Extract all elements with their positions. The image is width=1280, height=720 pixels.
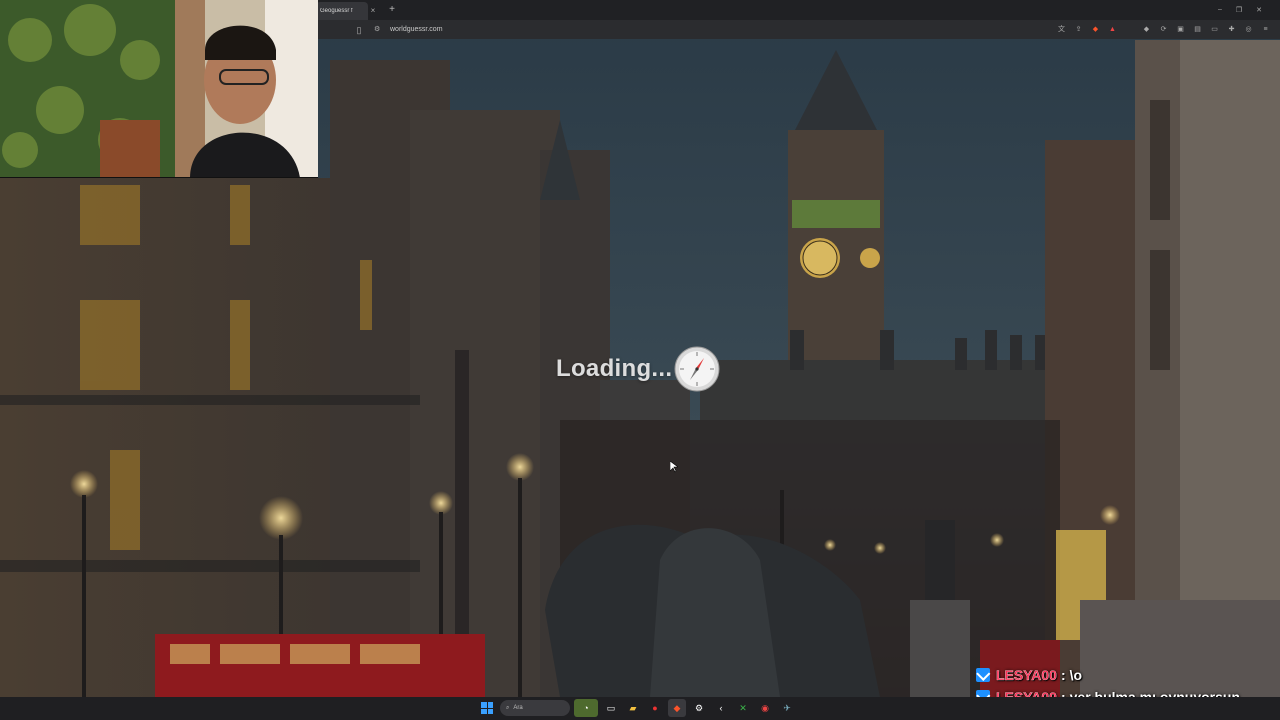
steam-icon[interactable]: ✈	[778, 699, 796, 717]
taskbar-icons: ⌕ Ara ◔ ▭ ▰ ● ◆ ⚙ ‹ ✕ ◉ ✈	[478, 699, 796, 717]
menu-icon[interactable]: ≡	[1261, 25, 1270, 34]
search-placeholder: Ara	[513, 705, 523, 711]
webcam-overlay	[0, 0, 318, 178]
site-info-icon[interactable]: ⚙	[374, 25, 384, 35]
chrome-icon[interactable]: ◉	[756, 699, 774, 717]
widgets-icon[interactable]: ◔	[574, 699, 598, 717]
maximize-button[interactable]: ❐	[1236, 6, 1242, 14]
extension-icon[interactable]: ◆	[1142, 25, 1151, 34]
taskbar-search[interactable]: ⌕ Ara	[500, 700, 570, 716]
brave-rewards-icon[interactable]: ▲	[1108, 25, 1117, 34]
loading-indicator: Loading...	[556, 346, 720, 392]
windows-taskbar: ⌕ Ara ◔ ▭ ▰ ● ◆ ⚙ ‹ ✕ ◉ ✈	[0, 697, 1280, 720]
chat-username: LESYA00	[996, 667, 1057, 683]
search-icon: ⌕	[506, 704, 510, 711]
file-explorer-icon[interactable]: ▰	[624, 699, 642, 717]
browser-tab[interactable]: Geoguessr f ×	[316, 2, 375, 20]
close-window-button[interactable]: ✕	[1256, 6, 1262, 14]
address-bar-actions: 文 ⇪ ◆ ▲ ◆ ⟳ ▣ ▤ ▭ ✚ ◎ ≡	[1057, 25, 1280, 34]
chat-text: \o	[1069, 667, 1083, 683]
sync-icon[interactable]: ⟳	[1159, 25, 1168, 34]
minimize-button[interactable]: –	[1218, 6, 1222, 14]
translate-icon[interactable]: 文	[1057, 25, 1066, 34]
new-tab-button[interactable]: +	[386, 4, 398, 16]
bookmark-icon[interactable]: ▯	[352, 23, 366, 37]
task-view-icon[interactable]: ▭	[602, 699, 620, 717]
share-icon[interactable]: ⇪	[1074, 25, 1083, 34]
wallet-icon[interactable]: ▭	[1210, 25, 1219, 34]
subscriber-badge-icon	[976, 668, 990, 682]
sidebar-icon[interactable]: ▤	[1193, 25, 1202, 34]
mouse-cursor	[670, 461, 678, 473]
address-bar-url[interactable]: worldguessr.com	[390, 26, 443, 33]
address-bar-row: ▯ ⚙ worldguessr.com 文 ⇪ ◆ ▲ ◆ ⟳ ▣ ▤ ▭ ✚ …	[316, 20, 1280, 39]
vpn-icon[interactable]: ◎	[1244, 25, 1253, 34]
chat-message: LESYA00 : \o	[976, 664, 1276, 686]
puzzle-icon[interactable]: ✚	[1227, 25, 1236, 34]
chat-separator: :	[1060, 667, 1066, 683]
recording-app-icon[interactable]: ●	[646, 699, 664, 717]
tab-title: Geoguessr f	[320, 8, 353, 14]
screenshot-icon[interactable]: ▣	[1176, 25, 1185, 34]
start-button[interactable]	[478, 699, 496, 717]
browser-tab-strip: Geoguessr f × + – ❐ ✕	[316, 0, 1280, 20]
xbox-icon[interactable]: ✕	[734, 699, 752, 717]
back-icon[interactable]: ‹	[712, 699, 730, 717]
tab-close-icon[interactable]: ×	[368, 6, 378, 16]
settings-icon[interactable]: ⚙	[690, 699, 708, 717]
screen: Geoguessr f × + – ❐ ✕ ▯ ⚙ worldguessr.co…	[0, 0, 1280, 720]
loading-text: Loading...	[556, 355, 673, 382]
brave-browser-icon[interactable]: ◆	[668, 699, 686, 717]
brave-shield-icon[interactable]: ◆	[1091, 25, 1100, 34]
compass-icon	[674, 346, 720, 392]
window-controls: – ❐ ✕	[1218, 6, 1280, 14]
windows-logo-icon	[481, 702, 493, 714]
